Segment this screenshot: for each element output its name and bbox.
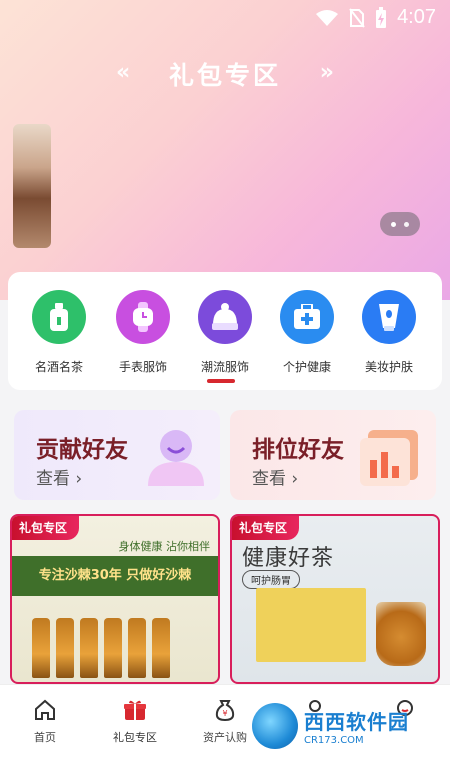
battery-charging-icon (376, 6, 387, 28)
beanie-icon (198, 290, 252, 344)
status-bar: 4:07 (0, 0, 450, 36)
friend-card-title: 贡献好友 (36, 437, 128, 463)
watermark-logo-icon (252, 703, 298, 749)
double-chevron-right-icon: » (319, 60, 334, 85)
pagination-dot (391, 221, 396, 227)
ranking-friends-card[interactable]: 排位好友 查看 › (230, 410, 436, 500)
product-image (32, 618, 170, 678)
category-active-indicator (207, 379, 235, 383)
bottle-icon (32, 290, 86, 344)
no-sim-icon (349, 7, 365, 28)
double-chevron-left-icon: « (116, 60, 131, 85)
category-label: 潮流服饰 (200, 360, 249, 374)
contribute-friends-card[interactable]: 贡献好友 查看 › (14, 410, 220, 500)
watermark-text: 西西软件园 (304, 710, 409, 734)
home-icon (32, 697, 58, 723)
promo-headline: 健康好茶 (242, 546, 335, 571)
tab-home[interactable]: 首页 (0, 697, 90, 745)
tab-gift-zone[interactable]: 礼包专区 (90, 697, 180, 745)
view-link[interactable]: 查看 › (252, 464, 298, 489)
wifi-icon (316, 9, 339, 26)
money-bag-icon: ¥ (212, 697, 238, 723)
hero-banner: 4:07 « 礼包专区 » (0, 0, 450, 300)
watermark-url: CR173.COM (304, 735, 364, 746)
person-icon (148, 430, 204, 486)
promo-subtitle: 身体健康 沾你相伴 (118, 540, 211, 553)
category-item[interactable]: 手表服饰 (102, 290, 184, 375)
banner-image[interactable] (13, 124, 51, 248)
category-item[interactable]: 潮流服饰 (184, 290, 266, 375)
category-label: 名酒名茶 (34, 360, 83, 374)
tea-cup-image (376, 602, 426, 666)
watermark: 西西软件园 CR173.COM (252, 700, 442, 752)
category-grid: 名酒名茶 手表服饰 潮流服饰 个护健康 美妆护肤 (8, 272, 442, 390)
watch-icon (116, 290, 170, 344)
category-label: 美妆护肤 (364, 360, 413, 374)
view-link[interactable]: 查看 › (36, 464, 82, 489)
promo-slogan: 专注沙棘30年 只做好沙棘 (38, 568, 192, 583)
page-title: 礼包专区 (168, 61, 281, 90)
category-item[interactable]: 个护健康 (266, 290, 348, 375)
tab-label: 礼包专区 (113, 731, 157, 744)
category-label: 手表服饰 (118, 360, 167, 374)
promo-card[interactable]: 身体健康 沾你相伴 专注沙棘30年 只做好沙棘 礼包专区 (10, 514, 220, 684)
promo-badge: 呵护肠胃 (242, 570, 300, 589)
promo-tag: 礼包专区 (12, 516, 80, 540)
medkit-icon (280, 290, 334, 344)
promo-card[interactable]: 健康好茶 呵护肠胃 礼包专区 (230, 514, 440, 684)
product-image (256, 588, 366, 662)
svg-text:¥: ¥ (222, 709, 227, 718)
cosmetic-tube-icon (362, 290, 416, 344)
status-time: 4:07 (397, 6, 436, 28)
friend-card-title: 排位好友 (252, 437, 344, 463)
tab-label: 首页 (34, 731, 56, 744)
banner-pagination (380, 212, 420, 236)
pagination-dot (404, 221, 409, 227)
gift-icon (122, 697, 148, 723)
page-header: « 礼包专区 » (0, 56, 450, 92)
promo-tag: 礼包专区 (232, 516, 300, 540)
bar-chart-icon (360, 430, 418, 486)
category-item[interactable]: 名酒名茶 (18, 290, 100, 375)
category-label: 个护健康 (282, 360, 331, 374)
category-item[interactable]: 美妆护肤 (348, 290, 430, 375)
